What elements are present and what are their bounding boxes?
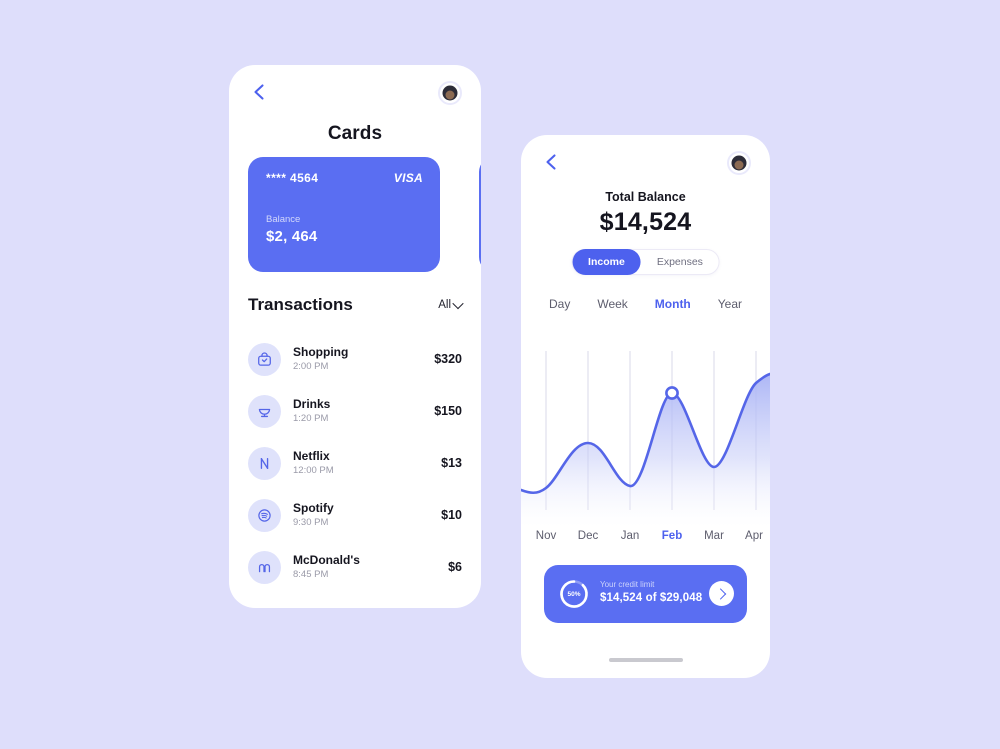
transaction-time: 9:30 PM (293, 516, 329, 528)
credit-card-next[interactable] (479, 157, 481, 272)
transactions-filter-dropdown[interactable]: All (438, 297, 464, 311)
credit-limit-texts: Your credit limit $14,524 of $29,048 (600, 579, 702, 606)
spotify-icon (248, 498, 281, 532)
chevron-right-icon (714, 587, 726, 600)
avatar[interactable] (727, 151, 751, 175)
transaction-name: Spotify (293, 500, 334, 515)
netflix-icon (248, 446, 281, 480)
cards-carousel[interactable]: **** 4564 VISA Balance $2, 464 (248, 157, 481, 272)
card-number: **** 4564 (266, 171, 319, 185)
avatar-face (445, 90, 455, 100)
transaction-texts: Drinks 1:20 PM (293, 397, 434, 426)
back-button[interactable] (541, 151, 563, 173)
card-balance-value: $2, 464 (266, 228, 318, 245)
transaction-name: Shopping (293, 344, 349, 359)
credit-limit-next-button[interactable] (709, 581, 734, 606)
transaction-row[interactable]: Netflix 12:00 PM $13 (248, 437, 462, 489)
chevron-left-icon (254, 84, 264, 100)
month-label-apr[interactable]: Apr (745, 530, 763, 542)
transaction-amount: $13 (441, 456, 462, 470)
balance-area-chart[interactable] (521, 347, 770, 527)
transactions-header: Transactions All (248, 295, 464, 319)
period-tab-year[interactable]: Year (718, 297, 742, 311)
income-expenses-toggle[interactable]: Income Expenses (571, 249, 720, 275)
month-label-jan[interactable]: Jan (621, 530, 640, 542)
credit-limit-card[interactable]: 50% Your credit limit $14,524 of $29,048 (544, 565, 747, 623)
transaction-amount: $6 (448, 560, 462, 574)
segment-income[interactable]: Income (572, 249, 641, 275)
transaction-name: Drinks (293, 396, 331, 411)
period-tab-day[interactable]: Day (549, 297, 570, 311)
transaction-amount: $150 (434, 404, 462, 418)
statistics-phone-screen: Total Balance $14,524 Income Expenses Da… (521, 135, 770, 678)
transaction-time: 1:20 PM (293, 412, 329, 424)
credit-limit-label: Your credit limit (600, 580, 655, 589)
chart-highlight-point[interactable] (665, 386, 679, 400)
cards-phone-screen: Cards **** 4564 VISA Balance $2, 464 Tra… (229, 65, 481, 608)
transaction-texts: McDonald's 8:45 PM (293, 553, 448, 582)
cards-topbar (229, 65, 481, 121)
transaction-amount: $320 (434, 352, 462, 366)
transactions-title: Transactions (248, 295, 353, 314)
transaction-name: McDonald's (293, 552, 360, 567)
period-tab-month[interactable]: Month (655, 297, 691, 311)
month-label-mar[interactable]: Mar (704, 530, 724, 542)
segment-expenses[interactable]: Expenses (641, 249, 719, 275)
stats-topbar (521, 135, 770, 191)
transaction-row[interactable]: McDonald's 8:45 PM $6 (248, 541, 462, 593)
total-balance-amount: $14,524 (599, 208, 692, 236)
avatar-face (734, 160, 744, 170)
transaction-row[interactable]: Spotify 9:30 PM $10 (248, 489, 462, 541)
credit-limit-progress-ring: 50% (558, 578, 590, 610)
month-label-nov[interactable]: Nov (536, 530, 556, 542)
transaction-texts: Spotify 9:30 PM (293, 501, 441, 530)
transaction-texts: Netflix 12:00 PM (293, 449, 441, 478)
total-balance-label: Total Balance (605, 190, 686, 204)
transaction-texts: Shopping 2:00 PM (293, 345, 434, 374)
period-tab-week[interactable]: Week (597, 297, 627, 311)
month-label-feb[interactable]: Feb (662, 530, 682, 542)
chart-month-labels: Nov Dec Jan Feb Mar Apr (521, 530, 770, 548)
transaction-name: Netflix (293, 448, 330, 463)
avatar[interactable] (438, 81, 462, 105)
drink-cup-icon (248, 394, 281, 428)
transactions-list: Shopping 2:00 PM $320 Drinks 1:20 PM $15… (248, 333, 462, 593)
chart-svg (521, 351, 770, 527)
chevron-left-icon (546, 154, 556, 170)
transaction-time: 8:45 PM (293, 568, 329, 580)
transaction-time: 2:00 PM (293, 360, 329, 372)
home-indicator-bar[interactable] (608, 658, 683, 662)
card-balance-label: Balance (266, 214, 301, 225)
back-button[interactable] (249, 81, 271, 103)
transaction-row[interactable]: Shopping 2:00 PM $320 (248, 333, 462, 385)
transaction-row[interactable]: Drinks 1:20 PM $150 (248, 385, 462, 437)
transaction-amount: $10 (441, 508, 462, 522)
transactions-filter-label: All (438, 299, 451, 311)
credit-card[interactable]: **** 4564 VISA Balance $2, 464 (248, 157, 440, 272)
transaction-time: 12:00 PM (293, 464, 334, 476)
credit-limit-value: $14,524 of $29,048 (600, 592, 703, 604)
mcdonalds-icon (248, 550, 281, 584)
page-title: Cards (327, 123, 383, 144)
shopping-bag-icon (248, 342, 281, 376)
chevron-down-icon (452, 297, 464, 310)
credit-limit-percent: 50% (567, 590, 581, 598)
month-label-dec[interactable]: Dec (578, 530, 598, 542)
chart-area-fill (521, 374, 770, 527)
period-tabs: Day Week Month Year (549, 297, 742, 311)
card-brand-logo: VISA (393, 171, 423, 185)
